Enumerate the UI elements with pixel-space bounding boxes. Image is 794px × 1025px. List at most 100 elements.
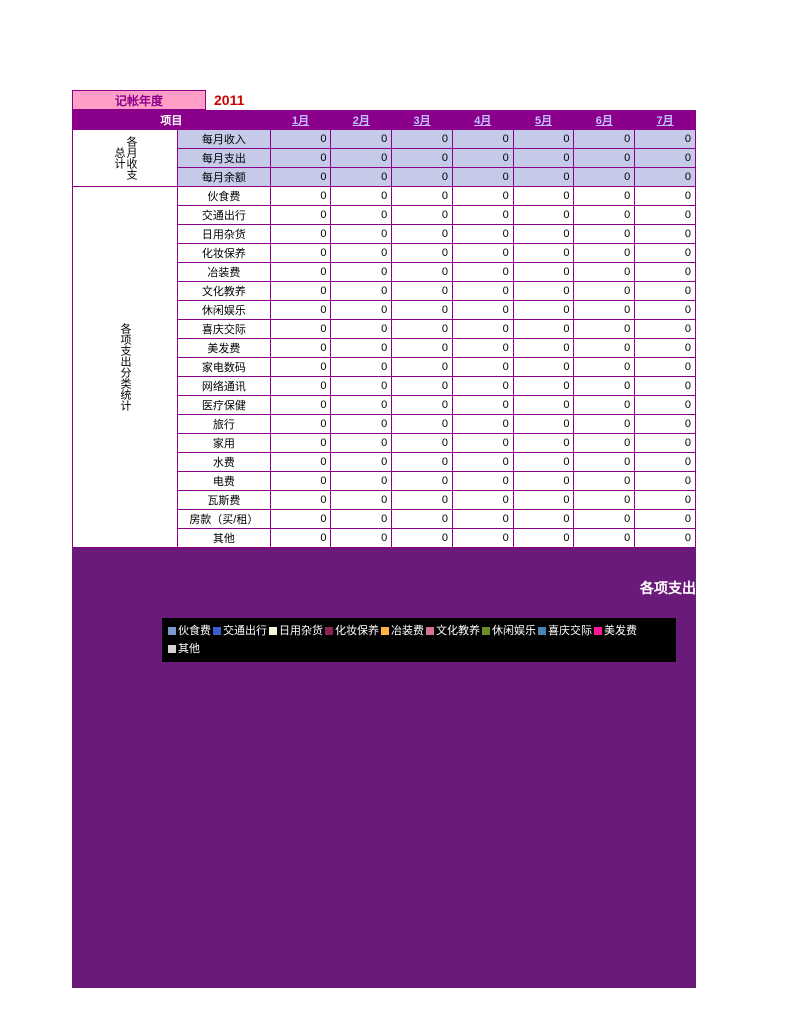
row-label: 旅行 [178,415,271,434]
cell-value: 0 [392,225,453,244]
row-label: 房款（买/租） [178,510,271,529]
cell-value: 0 [392,396,453,415]
row-label: 伙食费 [178,187,271,206]
row-label: 瓦斯费 [178,491,271,510]
cell-value: 0 [392,339,453,358]
cell-value: 0 [635,491,696,510]
cell-value: 0 [574,130,635,149]
cell-value: 0 [270,206,331,225]
month-header-3[interactable]: 3月 [392,111,453,130]
cell-value: 0 [452,396,513,415]
cell-value: 0 [392,377,453,396]
cell-value: 0 [574,187,635,206]
legend-swatch [325,627,333,635]
cell-value: 0 [331,187,392,206]
cell-value: 0 [635,472,696,491]
cell-value: 0 [270,339,331,358]
cell-value: 0 [270,130,331,149]
row-label: 交通出行 [178,206,271,225]
cell-value: 0 [574,225,635,244]
legend-swatch [168,627,176,635]
cell-value: 0 [392,187,453,206]
cell-value: 0 [270,396,331,415]
col-project: 项目 [73,111,271,130]
cell-value: 0 [635,225,696,244]
month-header-4[interactable]: 4月 [452,111,513,130]
cell-value: 0 [574,453,635,472]
cell-value: 0 [270,377,331,396]
cell-value: 0 [270,168,331,187]
cell-value: 0 [574,510,635,529]
cell-value: 0 [574,320,635,339]
cell-value: 0 [513,510,574,529]
cell-value: 0 [392,510,453,529]
row-label: 医疗保健 [178,396,271,415]
cell-value: 0 [270,358,331,377]
legend-label: 化妆保养 [335,625,379,637]
cell-value: 0 [574,301,635,320]
cell-value: 0 [392,529,453,548]
cell-value: 0 [452,168,513,187]
cell-value: 0 [574,358,635,377]
detail-group-label: 各项支出分类统计 [73,187,178,548]
row-label: 其他 [178,529,271,548]
cell-value: 0 [392,358,453,377]
cell-value: 0 [513,453,574,472]
cell-value: 0 [513,339,574,358]
cell-value: 0 [635,358,696,377]
cell-value: 0 [635,168,696,187]
cell-value: 0 [513,130,574,149]
month-header-2[interactable]: 2月 [331,111,392,130]
cell-value: 0 [270,453,331,472]
legend-item: 日用杂货 [269,622,323,640]
cell-value: 0 [635,434,696,453]
cell-value: 0 [513,187,574,206]
chart-title: 各项支出 [640,578,696,598]
cell-value: 0 [331,396,392,415]
cell-value: 0 [452,358,513,377]
cell-value: 0 [270,301,331,320]
month-header-5[interactable]: 5月 [513,111,574,130]
cell-value: 0 [574,149,635,168]
table-row: 各月收支总计每月收入0000000 [73,130,696,149]
cell-value: 0 [331,472,392,491]
cell-value: 0 [392,472,453,491]
cell-value: 0 [452,320,513,339]
legend-label: 日用杂货 [279,625,323,637]
cell-value: 0 [331,282,392,301]
cell-value: 0 [513,320,574,339]
row-label: 喜庆交际 [178,320,271,339]
cell-value: 0 [635,320,696,339]
cell-value: 0 [331,130,392,149]
cell-value: 0 [452,491,513,510]
legend-label: 美发费 [604,625,637,637]
cell-value: 0 [270,491,331,510]
legend-label: 伙食费 [178,625,211,637]
month-header-1[interactable]: 1月 [270,111,331,130]
cell-value: 0 [635,187,696,206]
cell-value: 0 [574,244,635,263]
cell-value: 0 [270,149,331,168]
cell-value: 0 [513,377,574,396]
cell-value: 0 [574,491,635,510]
month-header-6[interactable]: 6月 [574,111,635,130]
cell-value: 0 [331,453,392,472]
cell-value: 0 [452,149,513,168]
chart-legend: 伙食费交通出行日用杂货化妆保养冶装费文化教养休闲娱乐喜庆交际美发费其他 [162,618,676,662]
cell-value: 0 [513,301,574,320]
cell-value: 0 [392,434,453,453]
month-header-7[interactable]: 7月 [635,111,696,130]
cell-value: 0 [392,244,453,263]
cell-value: 0 [331,149,392,168]
cell-value: 0 [392,149,453,168]
cell-value: 0 [270,282,331,301]
cell-value: 0 [635,130,696,149]
cell-value: 0 [513,149,574,168]
cell-value: 0 [331,377,392,396]
cell-value: 0 [270,263,331,282]
cell-value: 0 [635,339,696,358]
cell-value: 0 [331,244,392,263]
cell-value: 0 [452,339,513,358]
cell-value: 0 [331,434,392,453]
cell-value: 0 [392,282,453,301]
